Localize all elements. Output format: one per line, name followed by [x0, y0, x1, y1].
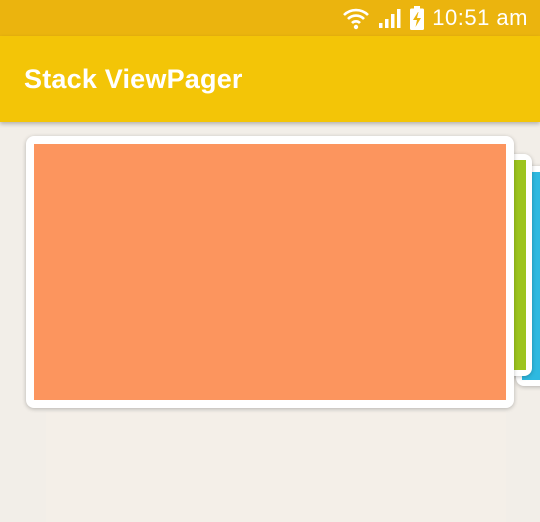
status-time: 10:51 am: [432, 5, 528, 30]
wifi-icon: [342, 6, 370, 30]
page-title: Stack ViewPager: [24, 63, 243, 94]
status-bar: 10:51 am: [0, 0, 540, 36]
stack-view-pager[interactable]: [0, 122, 540, 522]
battery-charging-icon: [410, 6, 425, 30]
signal-icon: [378, 7, 402, 29]
stack-card-1-face: [34, 144, 506, 400]
app-bar: Stack ViewPager: [0, 36, 540, 122]
stack-card-1[interactable]: [26, 136, 514, 408]
background-panel: [46, 412, 506, 522]
